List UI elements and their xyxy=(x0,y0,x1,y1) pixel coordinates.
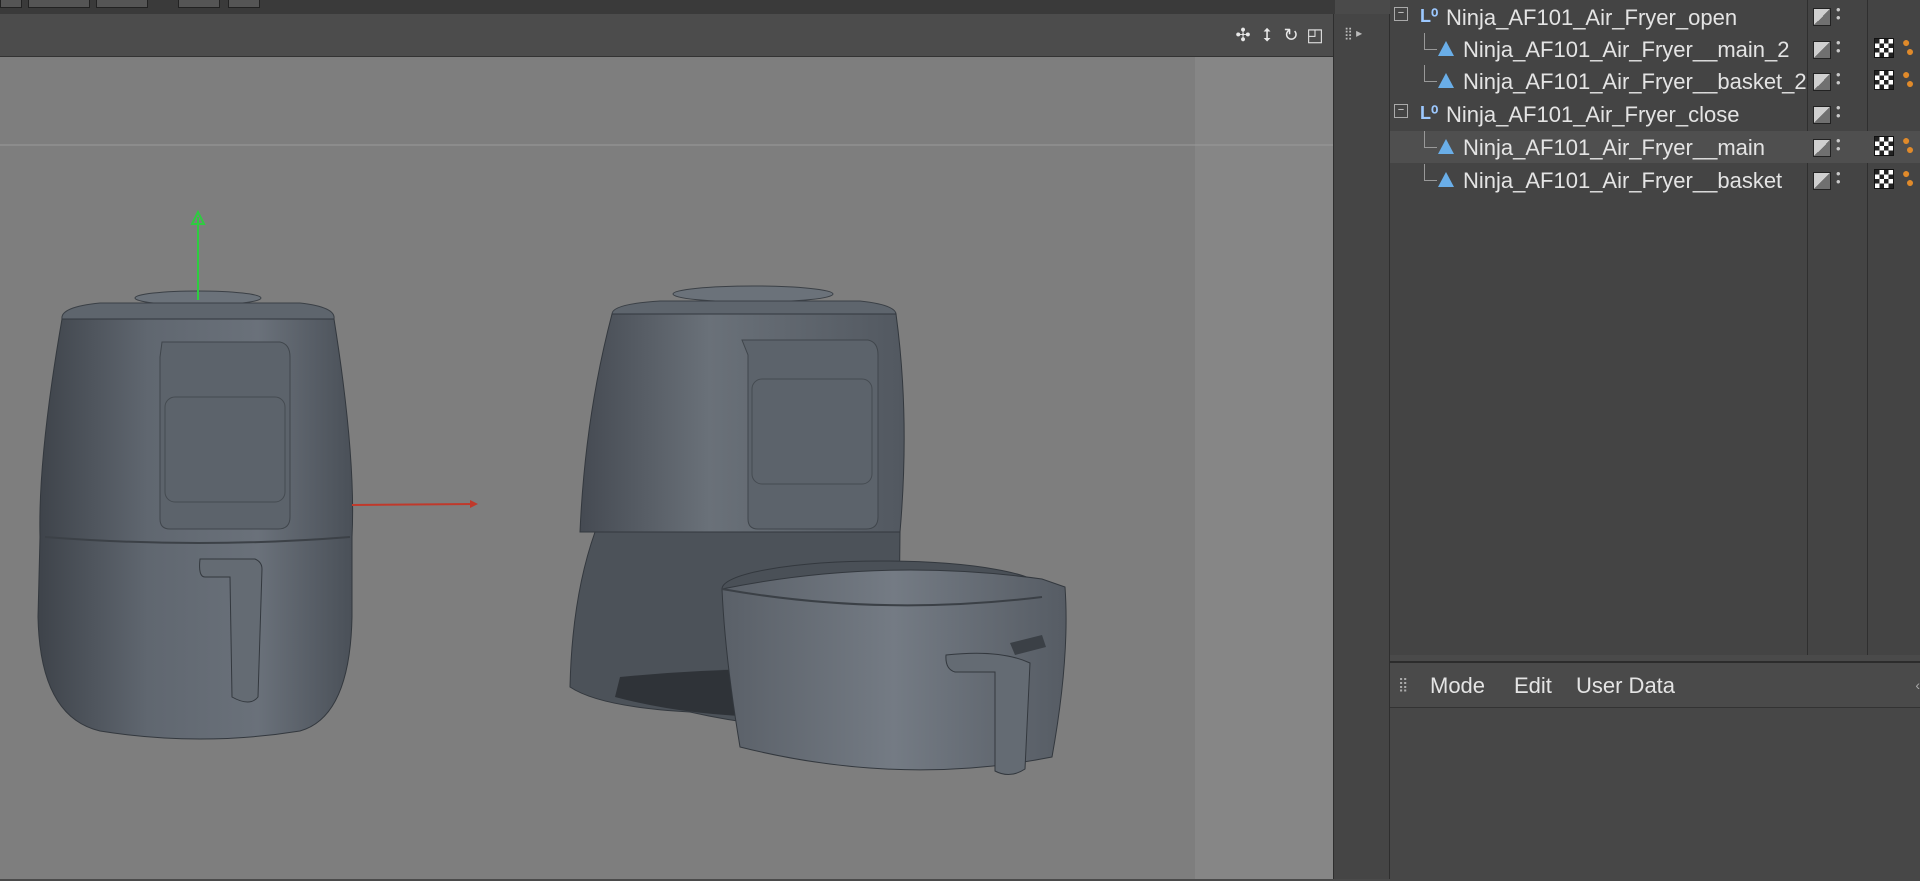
visibility-toggle-icon[interactable] xyxy=(1813,8,1831,26)
visibility-toggle-icon[interactable] xyxy=(1813,172,1831,190)
phong-tag-icon[interactable]: ● ● xyxy=(1902,133,1920,156)
null-object-icon: L⁰ xyxy=(1420,103,1439,123)
object-name: Ninja_AF101_Air_Fryer_close xyxy=(1446,102,1740,127)
phong-tag-icon[interactable]: ● ● xyxy=(1902,166,1920,189)
polygon-object-icon xyxy=(1438,73,1454,88)
visibility-toggle-icon[interactable] xyxy=(1813,139,1831,157)
chevron-left-icon[interactable]: ‹ xyxy=(1915,677,1920,693)
polygon-object-icon xyxy=(1438,41,1454,56)
layer-dots-icon[interactable]: • • xyxy=(1836,3,1841,24)
tree-line xyxy=(1424,164,1437,181)
layer-dots-icon[interactable]: • • xyxy=(1836,134,1841,155)
object-list: − L⁰ Ninja_AF101_Air_Fryer_open Ninja_AF… xyxy=(0,0,1920,200)
attribute-menu-bar: ⣿ Mode Edit User Data ‹ xyxy=(1390,663,1920,708)
visibility-toggle-icon[interactable] xyxy=(1813,73,1831,91)
material-tag-icon[interactable] xyxy=(1874,169,1894,189)
object-name: Ninja_AF101_Air_Fryer_open xyxy=(1446,5,1738,30)
material-tag-icon[interactable] xyxy=(1874,136,1894,156)
object-name: Ninja_AF101_Air_Fryer__basket xyxy=(1463,168,1783,193)
object-name: Ninja_AF101_Air_Fryer__basket_2 xyxy=(1463,69,1807,94)
phong-tag-icon[interactable]: ● ● xyxy=(1902,67,1920,90)
tree-line xyxy=(1424,65,1437,82)
menu-mode[interactable]: Mode xyxy=(1430,673,1485,699)
collapse-toggle-icon[interactable]: − xyxy=(1394,104,1408,118)
collapse-toggle-icon[interactable]: − xyxy=(1394,7,1408,21)
polygon-object-icon xyxy=(1438,139,1454,154)
phong-tag-icon[interactable]: ● ● xyxy=(1902,35,1920,58)
layer-dots-icon[interactable]: • • xyxy=(1836,167,1841,188)
grip-icon[interactable]: ⣿ xyxy=(1398,676,1408,693)
menu-edit[interactable]: Edit xyxy=(1514,673,1552,699)
layer-dots-icon[interactable]: • • xyxy=(1836,36,1841,57)
material-tag-icon[interactable] xyxy=(1874,70,1894,90)
visibility-toggle-icon[interactable] xyxy=(1813,41,1831,59)
attribute-manager: ⣿ Mode Edit User Data ‹ xyxy=(1390,661,1920,881)
menu-user-data[interactable]: User Data xyxy=(1576,673,1675,699)
polygon-object-icon xyxy=(1438,172,1454,187)
visibility-toggle-icon[interactable] xyxy=(1813,106,1831,124)
x-axis-handle[interactable] xyxy=(351,503,476,506)
layer-dots-icon[interactable]: • • xyxy=(1836,68,1841,89)
null-object-icon: L⁰ xyxy=(1420,6,1439,26)
tree-line xyxy=(1424,33,1437,50)
object-name: Ninja_AF101_Air_Fryer__main_2 xyxy=(1463,37,1790,62)
layer-dots-icon[interactable]: • • xyxy=(1836,101,1841,122)
tree-line xyxy=(1424,131,1437,148)
material-tag-icon[interactable] xyxy=(1874,38,1894,58)
object-name: Ninja_AF101_Air_Fryer__main xyxy=(1463,135,1766,160)
